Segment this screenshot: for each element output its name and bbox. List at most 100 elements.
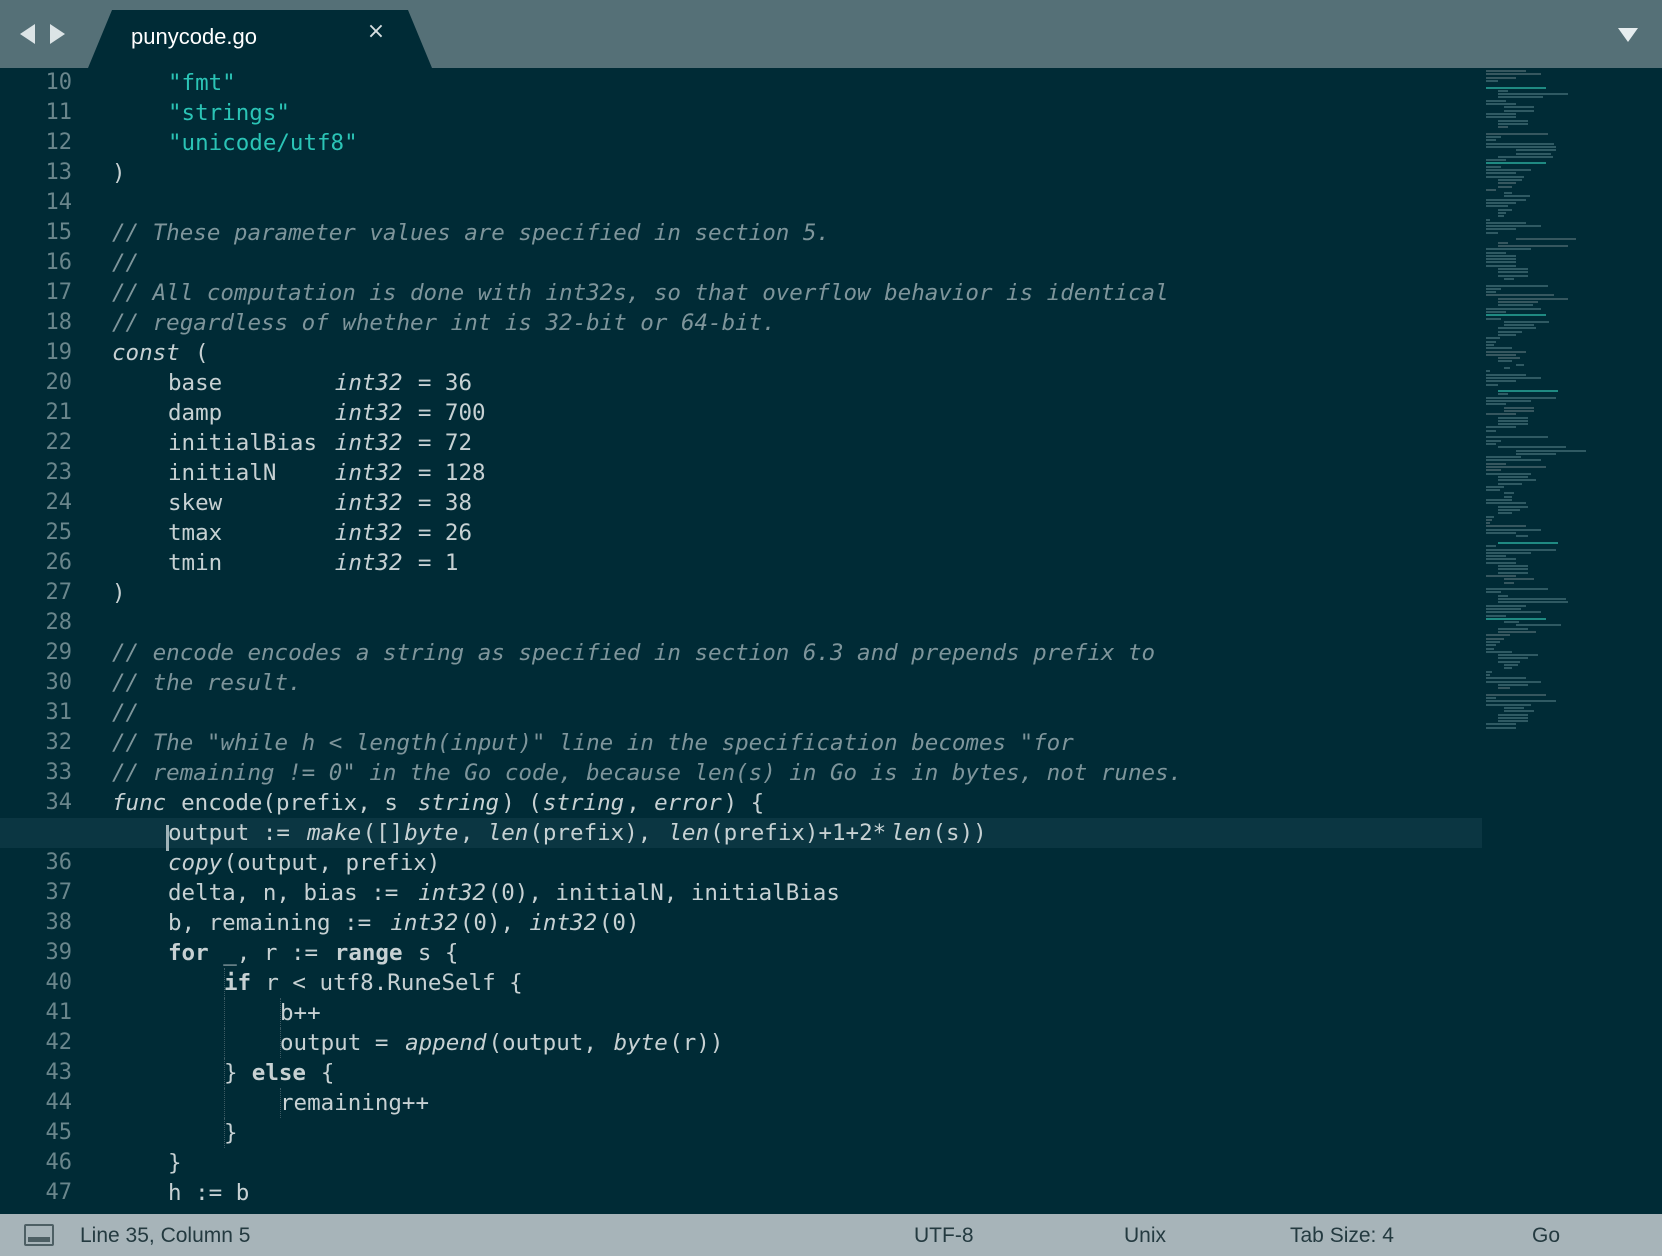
minimap-line — [1504, 664, 1518, 666]
dropdown-arrow-icon[interactable] — [1618, 28, 1638, 42]
code-line: // These parameter values are specified … — [0, 218, 1482, 248]
minimap-line — [1486, 198, 1526, 201]
minimap-line — [1486, 532, 1516, 534]
line-endings-indicator[interactable]: Unix — [1124, 1224, 1166, 1248]
code-token: { — [307, 1060, 335, 1086]
code-token: // encode encodes a string as specified … — [112, 640, 1156, 666]
tab-size-indicator[interactable]: Tab Size: 4 — [1290, 1224, 1394, 1248]
syntax-indicator[interactable]: Go — [1532, 1224, 1560, 1248]
minimap-line — [1498, 211, 1506, 214]
code-token: for — [168, 940, 209, 966]
minimap-line — [1516, 449, 1586, 452]
minimap-line — [1498, 683, 1528, 686]
minimap-line — [1486, 307, 1541, 310]
minimap-line — [1498, 594, 1508, 597]
code-token: int32 — [418, 880, 486, 906]
minimap[interactable] — [1482, 68, 1662, 768]
minimap-line — [1486, 258, 1516, 261]
code-token: "fmt" — [168, 70, 236, 96]
code-line: b++ — [0, 998, 1482, 1028]
code-token: , — [626, 790, 654, 816]
indent-guide — [224, 1058, 225, 1088]
minimap-line — [1498, 541, 1558, 544]
code-token: // — [112, 700, 140, 726]
minimap-line — [1486, 294, 1554, 297]
code-token: tmax — [168, 520, 331, 546]
minimap-line — [1498, 182, 1516, 185]
minimap-line — [1486, 574, 1516, 577]
minimap-line — [1486, 726, 1516, 729]
minimap-line — [1486, 700, 1556, 703]
minimap-line — [1486, 287, 1501, 290]
code-token: len — [890, 820, 932, 846]
minimap-line — [1486, 169, 1531, 171]
minimap-line — [1486, 522, 1490, 525]
minimap-line — [1498, 244, 1568, 247]
code-token: output := — [168, 820, 304, 846]
minimap-line — [1486, 314, 1546, 317]
minimap-line — [1498, 208, 1512, 211]
code-token: int32 — [334, 550, 403, 576]
minimap-line — [1486, 142, 1554, 145]
minimap-line — [1486, 617, 1546, 620]
minimap-line — [1486, 99, 1506, 102]
code-token: int32 — [334, 460, 403, 486]
minimap-line — [1486, 429, 1496, 432]
minimap-line — [1498, 390, 1558, 393]
code-token: copy — [168, 850, 223, 876]
indent-guide — [280, 998, 281, 1028]
code-token: ) — [112, 580, 126, 606]
minimap-line — [1486, 525, 1526, 528]
forward-arrow-icon[interactable] — [50, 24, 65, 44]
panel-toggle-icon[interactable] — [24, 1224, 54, 1246]
minimap-line — [1498, 119, 1528, 122]
minimap-line — [1498, 301, 1538, 303]
minimap-line — [1498, 423, 1528, 426]
code-token: range — [334, 940, 403, 966]
minimap-line — [1498, 716, 1528, 719]
minimap-line — [1486, 132, 1548, 135]
minimap-line — [1498, 419, 1528, 422]
code-line: tmax int32 = 26 — [0, 518, 1482, 548]
minimap-line — [1486, 551, 1531, 554]
code-token: int32 — [334, 370, 403, 396]
minimap-line — [1486, 466, 1546, 468]
indent-guide — [224, 968, 225, 998]
minimap-line — [1486, 116, 1516, 119]
code-editor[interactable]: 10 11 12 13 14 15 16 17 18 19 20 21 22 23 24 25 26 27 28 29… — [0, 68, 1662, 1214]
code-token: tmin — [168, 550, 331, 576]
close-icon[interactable]: × — [364, 20, 388, 44]
minimap-line — [1486, 515, 1494, 518]
code-area[interactable]: import ("fmt""strings""unicode/utf8")// … — [0, 68, 1482, 1214]
code-token: _, r := — [209, 940, 332, 966]
minimap-line — [1486, 611, 1541, 614]
tab-punycode-go[interactable]: punycode.go × — [88, 10, 432, 68]
code-line: "unicode/utf8" — [0, 128, 1482, 158]
minimap-line — [1486, 248, 1531, 251]
minimap-line — [1498, 568, 1528, 571]
back-arrow-icon[interactable] — [20, 24, 35, 44]
code-token: } — [224, 1060, 252, 1086]
minimap-line — [1504, 495, 1512, 498]
minimap-line — [1498, 215, 1504, 218]
code-token: (output, — [488, 1030, 611, 1056]
minimap-line — [1504, 106, 1534, 109]
code-token: = 36 — [404, 370, 473, 396]
encoding-indicator[interactable]: UTF-8 — [914, 1224, 974, 1248]
code-token: delta, n, bias := — [168, 880, 412, 906]
code-line: delta, n, bias := int32 (0), initialN, in… — [0, 878, 1482, 908]
cursor-position[interactable]: Line 35, Column 5 — [80, 1224, 250, 1248]
minimap-line — [1486, 462, 1506, 465]
minimap-line — [1498, 571, 1528, 574]
code-token: , — [459, 820, 487, 846]
indent-guide — [224, 998, 225, 1028]
minimap-line — [1486, 221, 1526, 224]
code-line: copy (output, prefix) — [0, 848, 1482, 878]
minimap-line — [1486, 697, 1496, 699]
minimap-line — [1486, 426, 1516, 429]
code-line: "fmt" — [0, 68, 1482, 98]
minimap-line — [1498, 393, 1508, 396]
indent-guide — [224, 1028, 225, 1058]
